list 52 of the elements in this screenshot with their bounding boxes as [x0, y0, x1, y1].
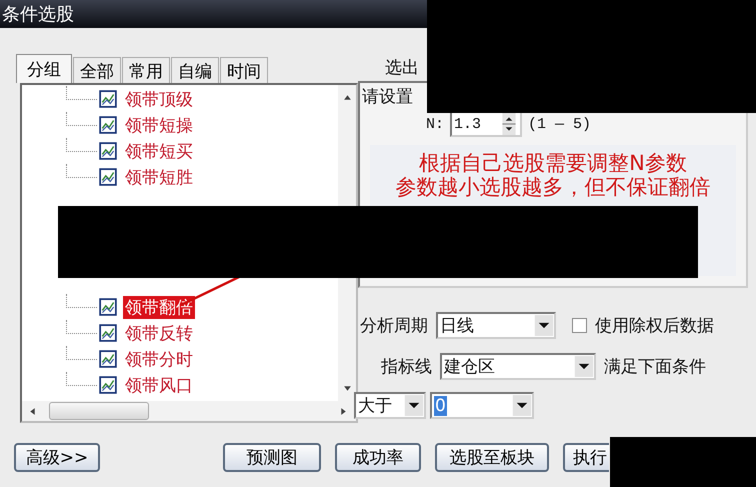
scroll-right-icon[interactable] [339, 406, 348, 416]
note-text: 根据自己选股需要调整N参数 [419, 151, 687, 175]
chart-icon [99, 376, 117, 394]
dropdown-icon[interactable] [574, 356, 594, 377]
dialog-button[interactable]: 执行 [563, 443, 609, 472]
n-label: N: [426, 116, 444, 132]
dialog-button[interactable]: 高级>> [14, 443, 100, 472]
chart-icon [99, 298, 117, 316]
tree-item[interactable]: 领带风口 [123, 374, 195, 396]
dialog-button[interactable]: 选股至板块 [435, 443, 549, 472]
scroll-down-icon[interactable] [342, 384, 352, 393]
checkbox-label: 使用除权后数据 [595, 315, 714, 337]
output-label: 选出 [385, 57, 420, 78]
scroll-thumb[interactable] [49, 402, 149, 420]
operator-dropdown[interactable]: 大于 [354, 392, 426, 419]
parameter-heading: 请设置 [361, 86, 414, 108]
scroll-left-icon[interactable] [28, 406, 37, 416]
chart-icon [99, 142, 117, 160]
tab[interactable]: 分组 [16, 54, 72, 83]
dropdown-icon[interactable] [534, 315, 554, 336]
dialog-button[interactable]: 预测图 [223, 443, 321, 472]
tree-item[interactable]: 领带短胜 [123, 166, 195, 188]
condition-text: 满足下面条件 [604, 356, 706, 378]
scroll-up-icon[interactable] [342, 93, 352, 102]
n-spinbox[interactable]: 1.3 [450, 111, 522, 137]
period-label: 分析周期 [360, 315, 428, 337]
dropdown-icon[interactable] [512, 395, 532, 416]
tab[interactable]: 自编 [171, 57, 219, 83]
tree-item[interactable]: 领带分时 [123, 348, 195, 370]
indicator-label: 指标线 [381, 356, 432, 378]
tree-item[interactable]: 领带反转 [123, 322, 195, 344]
tree-item[interactable]: 领带顶级 [123, 88, 195, 110]
chart-icon [99, 324, 117, 342]
value-dropdown[interactable]: 0 [430, 392, 534, 419]
tab[interactable]: 全部 [73, 57, 121, 83]
chart-icon [99, 116, 117, 134]
horizontal-scrollbar[interactable] [22, 401, 356, 421]
chart-icon [99, 168, 117, 186]
n-range: (1 — 5) [528, 116, 592, 132]
indicator-dropdown[interactable]: 建仓区 [440, 353, 596, 380]
checkbox[interactable] [572, 318, 587, 333]
window-title: 条件选股 [1, 3, 74, 26]
period-dropdown[interactable]: 日线 [436, 312, 556, 339]
tree-item[interactable]: 领带短买 [123, 140, 195, 162]
tab[interactable]: 时间 [220, 57, 268, 83]
tree-item[interactable]: 领带短操 [123, 114, 195, 136]
dropdown-icon[interactable] [404, 395, 424, 416]
chart-icon [99, 90, 117, 108]
dialog-button[interactable]: 成功率 [335, 443, 421, 472]
chart-icon [99, 350, 117, 368]
tab[interactable]: 常用 [122, 57, 170, 83]
note-text: 参数越小选股越多，但不保证翻倍 [396, 175, 710, 199]
